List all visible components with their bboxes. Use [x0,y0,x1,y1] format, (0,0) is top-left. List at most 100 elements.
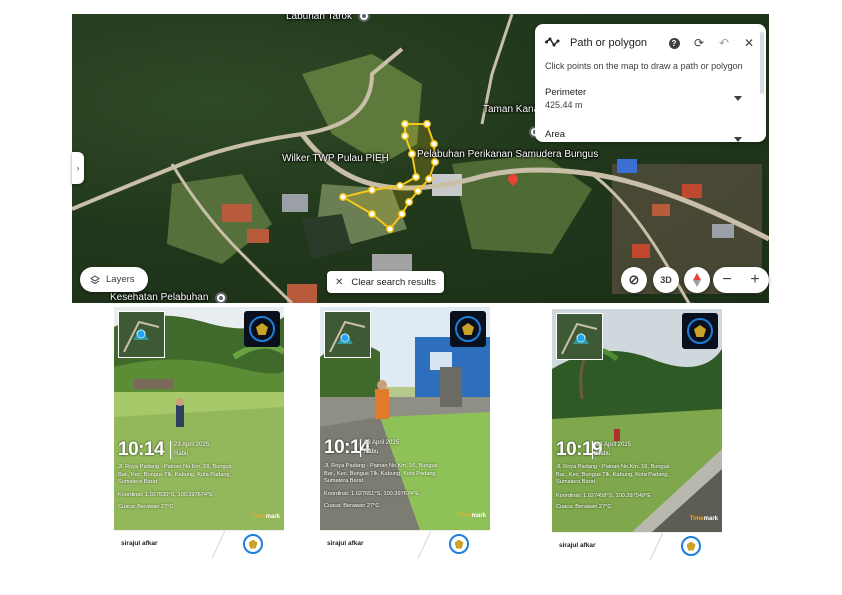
photo-footer: sirajul afkar [114,530,284,558]
photo-coordinates: Koordinat: 1.027651°S, 100.397674°E [324,491,419,497]
timemark-watermark: Timemark [251,514,280,520]
path-icon [545,37,560,47]
photo-date-block: 23 April 2025 Rabu [170,441,209,459]
mini-map-image [123,320,160,353]
close-icon: ✕ [335,276,344,288]
polygon-vertex-handle[interactable] [396,182,404,190]
measure-title: Path or polygon [570,37,648,49]
polygon-vertex-handle[interactable] [412,173,420,181]
mini-map-image [561,322,598,355]
help-icon: ? [668,37,680,49]
measured-polygon-outline[interactable] [340,123,437,231]
view-3d-button[interactable]: 3D [653,267,679,293]
mini-map-thumbnail [118,311,165,358]
location-off-button[interactable]: ⊘ [621,267,647,293]
emblem-icon [681,536,701,556]
perimeter-value: 425.44 m [545,100,583,110]
help-button[interactable]: ? [665,35,683,51]
compass-button[interactable] [684,267,710,293]
geotag-photo-card-3[interactable]: 10:19 23 April 2025 Rabu Jl. Roya Padang… [552,309,722,560]
mini-map-thumbnail [556,313,603,360]
photo-weather: Cuaca: Berawan 27°C [324,503,380,509]
emblem-icon [687,318,713,344]
polygon-vertex-handle[interactable] [405,198,413,206]
map-label-pelabuhan: Pelabuhan Perikanan Samudera Bungus [417,149,599,160]
polygon-vertex-handle[interactable] [368,210,376,218]
polygon-vertex-handle[interactable] [401,120,409,128]
photo-address: Jl. Roya Padang - Painan No.Km. 16, Bung… [324,463,438,485]
timemark-watermark: Timemark [689,516,718,522]
emblem-icon [249,316,275,342]
close-measure-button[interactable]: ✕ [740,35,758,51]
map-label-taman-kana: Taman Kana [483,104,540,115]
panel-scrollbar[interactable] [760,32,764,94]
geotag-photo-card-2[interactable]: 10:14 23 April 2025 Rabu Jl. Roya Padang… [320,307,490,558]
photo-date: 23 April 2025 [364,440,400,446]
photo-footer: sirajul afkar [552,532,722,560]
clear-search-results-button[interactable]: ✕ Clear search results [327,271,444,293]
layers-button[interactable]: Layers [80,267,148,292]
layers-icon [90,274,100,284]
perimeter-unit-dropdown-icon[interactable] [734,96,742,101]
photo-weather: Cuaca: Berawan 27°C [118,504,174,510]
field-photo: 10:14 23 April 2025 Rabu Jl. Roya Padang… [320,307,490,530]
perimeter-label: Perimeter [545,87,587,98]
mini-map-image [329,320,366,353]
photo-day: Rabu [174,451,189,457]
photo-coordinates: Koordinat: 1.027458°S, 100.397549°E [556,493,651,499]
footer-divider [649,533,664,560]
footer-divider [417,531,432,558]
clear-search-label: Clear search results [351,276,436,288]
polygon-vertex-handle[interactable] [386,225,394,233]
timemark-watermark: Timemark [457,513,486,519]
photo-time: 10:14 [118,439,165,460]
polygon-vertex-handle[interactable] [339,193,347,201]
map-label-labuhan-tarok: Labuhan Tarok [286,14,352,22]
polygon-vertex-handle[interactable] [414,187,422,195]
photo-coordinates: Koordinat: 1.027630°S, 100.397674°E [118,492,213,498]
undo-icon: ↶ [718,36,730,50]
emblem-icon [449,534,469,554]
polygon-vertex-handle[interactable] [368,186,376,194]
photo-weather: Cuaca: Berawan 27°C [556,504,612,510]
photographer-name: sirajul afkar [559,542,596,549]
place-pin-icon[interactable] [215,292,227,303]
photo-day: Rabu [364,449,379,455]
zoom-in-button[interactable]: + [741,267,769,293]
field-photo: 10:19 23 April 2025 Rabu Jl. Roya Padang… [552,309,722,532]
measure-panel: Path or polygon ? ⟳ ↶ ✕ Click points on … [535,24,766,142]
layers-label: Layers [106,274,135,285]
compass-icon [693,273,701,287]
polygon-vertex-handle[interactable] [425,175,433,183]
zoom-controls: − + [713,267,769,293]
photo-day: Rabu [596,451,611,457]
polygon-vertex-handle[interactable] [401,132,409,140]
footer-divider [211,531,226,558]
view-3d-label: 3D [660,275,672,285]
zoom-out-button[interactable]: − [713,267,741,293]
photo-date-block: 23 April 2025 Rabu [360,439,399,457]
refresh-icon: ⟳ [693,36,705,50]
undo-button[interactable]: ↶ [715,35,733,51]
close-icon: ✕ [743,36,755,50]
photo-date-block: 23 April 2025 Rabu [592,441,631,459]
geotag-photo-card-1[interactable]: 10:14 23 April 2025 Rabu Jl. Roya Padang… [114,307,284,558]
collapse-side-panel-handle[interactable]: › [72,152,84,184]
kkp-logo-badge [450,311,486,347]
chevron-right-icon: › [76,163,80,173]
measure-hint: Click points on the map to draw a path o… [545,61,743,71]
location-off-icon: ⊘ [628,272,640,287]
photographer-name: sirajul afkar [121,540,158,547]
reset-button[interactable]: ⟳ [690,35,708,51]
photo-footer: sirajul afkar [320,530,490,558]
emblem-icon [243,534,263,554]
polygon-vertex-handle[interactable] [430,140,438,148]
area-unit-dropdown-icon[interactable] [734,137,742,142]
polygon-vertex-handle[interactable] [398,210,406,218]
area-label: Area [545,129,566,140]
polygon-vertex-handle[interactable] [423,120,431,128]
emblem-icon [455,316,481,342]
kkp-logo-badge [244,311,280,347]
map-label-kesehatan: Kesehatan Pelabuhan [110,292,209,303]
polygon-vertex-handle[interactable] [408,150,416,158]
